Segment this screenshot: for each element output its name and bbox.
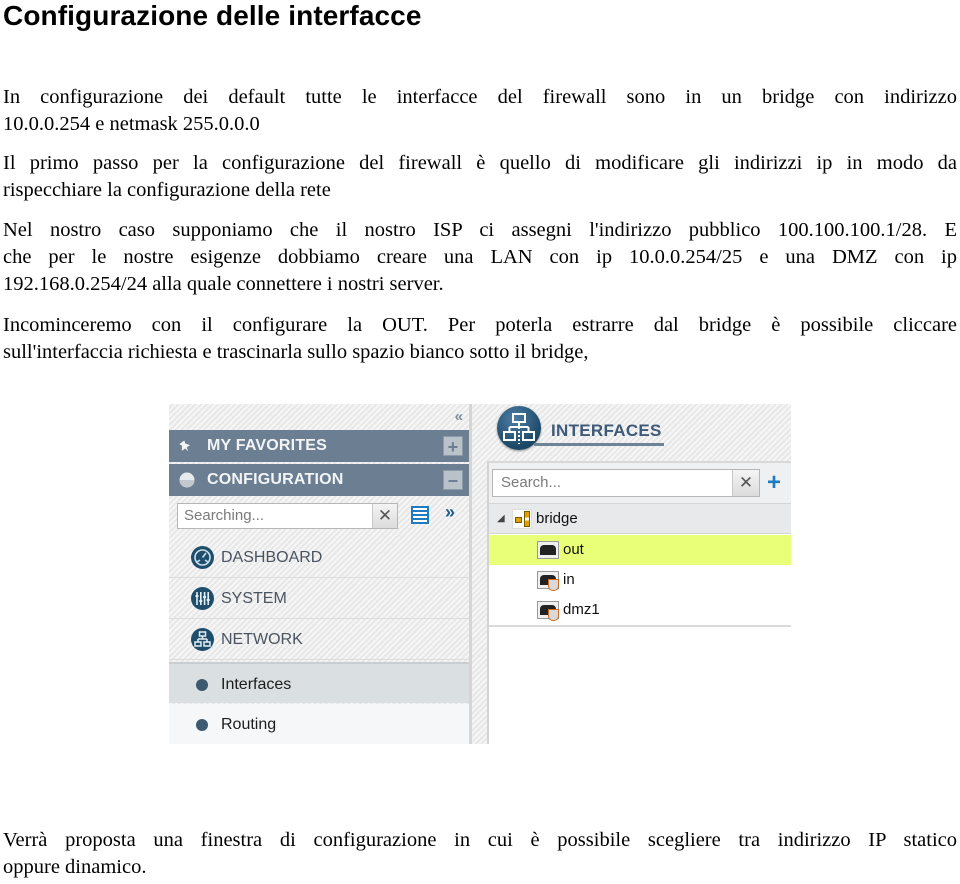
text-line: Nel nostro caso supponiamo che il nostro…	[3, 219, 957, 241]
page-title: Configurazione delle interfacce	[3, 0, 422, 31]
paragraph-default-config: In configurazione dei default tutte le i…	[3, 84, 957, 138]
paragraph-isp-example: Nel nostro caso supponiamo che il nostro…	[3, 217, 957, 298]
text-line: che per le nostre esigenze dobbiamo crea…	[3, 246, 957, 268]
accordion-configuration[interactable]: CONFIGURATION −	[169, 464, 469, 496]
add-interface-button[interactable]: +	[767, 469, 781, 497]
text-line: Incominceremo con il configurare la OUT.…	[3, 314, 957, 336]
ethernet-shield-icon	[537, 601, 559, 621]
collapse-configuration-button[interactable]: −	[443, 470, 463, 491]
paragraph-configure-out: Incominceremo con il configurare la OUT.…	[3, 312, 957, 366]
tree-node-bridge[interactable]: ◢ bridge	[489, 504, 791, 534]
dashboard-icon	[191, 546, 214, 569]
sidebar-search-row: Searching... ✕ »	[169, 498, 469, 534]
paragraph-config-window: Verrà proposta una finestra di configura…	[3, 827, 957, 881]
text-line: oppure dinamico.	[3, 856, 147, 878]
sidebar-subitem-routing[interactable]: Routing	[169, 704, 469, 744]
sidebar-item-label: DASHBOARD	[221, 549, 323, 566]
add-favorite-button[interactable]: +	[443, 436, 463, 457]
text-line: 192.168.0.254/24 alla quale connettere i…	[3, 273, 444, 295]
tree-node-out[interactable]: out	[489, 535, 791, 565]
pin-icon	[179, 440, 191, 452]
title-underline	[534, 443, 664, 446]
search-placeholder: Searching...	[184, 507, 265, 524]
sidebar-subitem-label: Interfaces	[221, 676, 292, 693]
sidebar-subitem-interfaces[interactable]: Interfaces	[169, 662, 469, 703]
sidebar-item-system[interactable]: SYSTEM	[169, 578, 469, 619]
accordion-label: CONFIGURATION	[207, 471, 344, 488]
search-placeholder: Search...	[501, 474, 562, 491]
text-line: sull'interfaccia richiesta e trascinarla…	[3, 341, 589, 363]
text-line: rispecchiare la configurazione della ret…	[3, 179, 331, 201]
sidebar-item-label: SYSTEM	[221, 590, 287, 607]
circle-icon	[179, 472, 195, 488]
text-line: 10.0.0.254 e netmask 255.0.0.0	[3, 113, 260, 135]
tree-node-in[interactable]: in	[489, 565, 791, 595]
tree-node-label: dmz1	[563, 601, 600, 618]
drop-area[interactable]	[489, 629, 791, 744]
tree-node-dmz1[interactable]: dmz1	[489, 595, 791, 627]
bridge-icon	[512, 509, 532, 529]
text-line: Verrà proposta una finestra di configura…	[3, 829, 957, 851]
paragraph-first-step: Il primo passo per la configurazione del…	[3, 150, 957, 204]
list-view-icon[interactable]	[411, 506, 429, 524]
interfaces-search-input[interactable]: Search... ✕	[492, 469, 760, 497]
sliders-icon	[191, 587, 214, 610]
expand-toggle-icon[interactable]: ◢	[497, 504, 505, 534]
bullet-icon	[196, 679, 208, 691]
clear-search-icon[interactable]: ✕	[372, 504, 397, 528]
sidebar-subitem-label: Routing	[221, 716, 277, 733]
sidebar-item-label: NETWORK	[221, 631, 303, 648]
ethernet-shield-icon	[537, 571, 559, 591]
ethernet-port-icon	[537, 541, 559, 559]
accordion-my-favorites[interactable]: MY FAVORITES +	[169, 430, 469, 462]
tree-node-label: bridge	[536, 510, 578, 527]
collapse-sidebar-icon[interactable]: «	[455, 408, 463, 425]
clear-search-icon[interactable]: ✕	[732, 470, 759, 496]
text-line: Il primo passo per la configurazione del…	[3, 152, 957, 174]
tree-node-label: out	[563, 541, 584, 558]
panel-title: INTERFACES	[551, 421, 662, 440]
network-icon	[191, 628, 214, 651]
accordion-label: MY FAVORITES	[207, 437, 328, 454]
sidebar-item-dashboard[interactable]: DASHBOARD	[169, 537, 469, 578]
bullet-icon	[196, 719, 208, 731]
panel-search-row: Search... ✕ +	[489, 463, 791, 504]
sidebar-search-input[interactable]: Searching... ✕	[177, 503, 398, 529]
text-line: In configurazione dei default tutte le i…	[3, 86, 957, 108]
expand-all-icon[interactable]: »	[445, 502, 455, 523]
sidebar: « MY FAVORITES + CONFIGURATION − Searchi…	[169, 404, 472, 744]
interfaces-tree-panel: Search... ✕ + ◢ bridge out in dmz1	[487, 461, 791, 744]
tree-node-label: in	[563, 571, 575, 588]
interfaces-panel: INTERFACES Search... ✕ + ◢ bridge out in…	[472, 404, 791, 744]
sidebar-item-network[interactable]: NETWORK	[169, 619, 469, 660]
interfaces-screenshot: « MY FAVORITES + CONFIGURATION − Searchi…	[169, 404, 791, 744]
